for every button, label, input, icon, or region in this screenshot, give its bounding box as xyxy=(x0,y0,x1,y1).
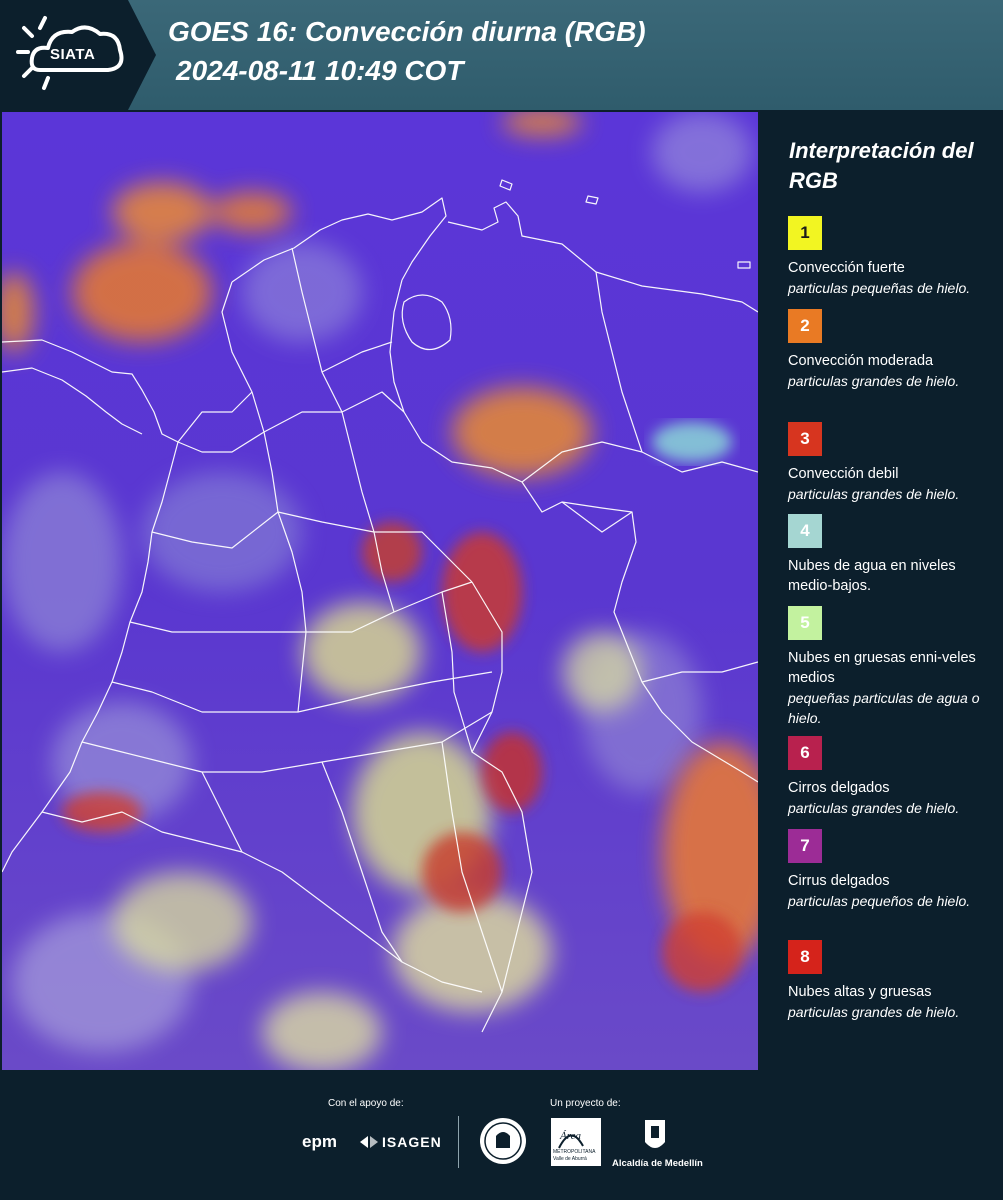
legend-desc-7: particulas pequeños de hielo. xyxy=(788,893,971,909)
legend-label-text-3: Convección debil xyxy=(788,466,899,482)
page-timestamp: 2024-08-11 10:49 COT xyxy=(176,55,464,86)
legend-label-text-2: Convección moderada xyxy=(788,353,934,369)
legend-swatch-4: 4 xyxy=(788,514,822,548)
legend-swatch-6: 6 xyxy=(788,736,822,770)
project-label: Un proyecto de: xyxy=(550,1098,621,1109)
legend-label-8: Nubes altas y gruesas particulas grandes… xyxy=(788,982,993,1022)
legend-swatch-5: 5 xyxy=(788,606,822,640)
legend-swatch-2: 2 xyxy=(788,309,822,343)
legend-panel: Interpretación del RGB 1 Convección fuer… xyxy=(760,112,1003,1070)
footer-divider xyxy=(458,1116,459,1168)
legend-desc-5: pequeñas particulas de agua o hielo. xyxy=(788,690,980,726)
epm-logo: epm xyxy=(302,1132,337,1151)
legend-title: Interpretación del RGB xyxy=(789,138,974,193)
legend-label-4: Nubes de agua en niveles medio-bajos. xyxy=(788,556,993,596)
legend-label-6: Cirros delgados particulas grandes de hi… xyxy=(788,778,993,818)
legend-label-1: Convección fuerte particulas pequeñas de… xyxy=(788,258,993,298)
isagen-logo: ISAGEN xyxy=(382,1134,442,1150)
legend-swatch-1: 1 xyxy=(788,216,822,250)
legend-desc-1: particulas pequeñas de hielo. xyxy=(788,280,971,296)
satellite-map xyxy=(2,112,758,1070)
legend-label-2: Convección moderada particulas grandes d… xyxy=(788,351,993,391)
siata-logo: SIATA xyxy=(0,0,160,110)
area-logo-line2: METROPOLITANA xyxy=(553,1149,596,1155)
siata-seal-icon xyxy=(480,1118,526,1164)
legend-label-text-7: Cirrus delgados xyxy=(788,873,890,889)
alcaldia-shield-icon xyxy=(645,1120,665,1148)
legend-swatch-3: 3 xyxy=(788,422,822,456)
legend-label-7: Cirrus delgados particulas pequeños de h… xyxy=(788,871,993,911)
legend-desc-8: particulas grandes de hielo. xyxy=(788,1004,960,1020)
isagen-icon xyxy=(360,1136,378,1148)
cyan-cloud-layer xyxy=(652,422,732,462)
legend-label-3: Convección debil particulas grandes de h… xyxy=(788,464,993,504)
legend-label-text-6: Cirros delgados xyxy=(788,780,890,796)
area-logo-title: Área xyxy=(560,1130,581,1142)
legend-label-text-4: Nubes de agua en niveles medio-bajos. xyxy=(788,558,956,594)
legend-desc-3: particulas grandes de hielo. xyxy=(788,486,960,502)
siata-logo-text: SIATA xyxy=(50,46,96,63)
support-label: Con el apoyo de: xyxy=(328,1098,404,1109)
legend-label-text-1: Convección fuerte xyxy=(788,260,905,276)
legend-desc-2: particulas grandes de hielo. xyxy=(788,373,960,389)
header: SIATA GOES 16: Convección diurna (RGB) 2… xyxy=(0,0,1003,110)
area-logo-line3: Valle de Aburrá xyxy=(553,1156,587,1162)
satellite-image xyxy=(2,112,758,1070)
legend-label-text-5: Nubes en gruesas enni-veles medios xyxy=(788,650,976,686)
page-title: GOES 16: Convección diurna (RGB) xyxy=(168,16,646,47)
legend-swatch-7: 7 xyxy=(788,829,822,863)
legend-swatch-8: 8 xyxy=(788,940,822,974)
legend-label-text-8: Nubes altas y gruesas xyxy=(788,984,932,1000)
legend-desc-6: particulas grandes de hielo. xyxy=(788,800,960,816)
alcaldia-logo: Alcaldía de Medellín xyxy=(612,1158,703,1169)
legend-label-5: Nubes en gruesas enni-veles medios peque… xyxy=(788,648,993,728)
footer: Con el apoyo de: Un proyecto de: epm ISA… xyxy=(0,1070,1003,1200)
